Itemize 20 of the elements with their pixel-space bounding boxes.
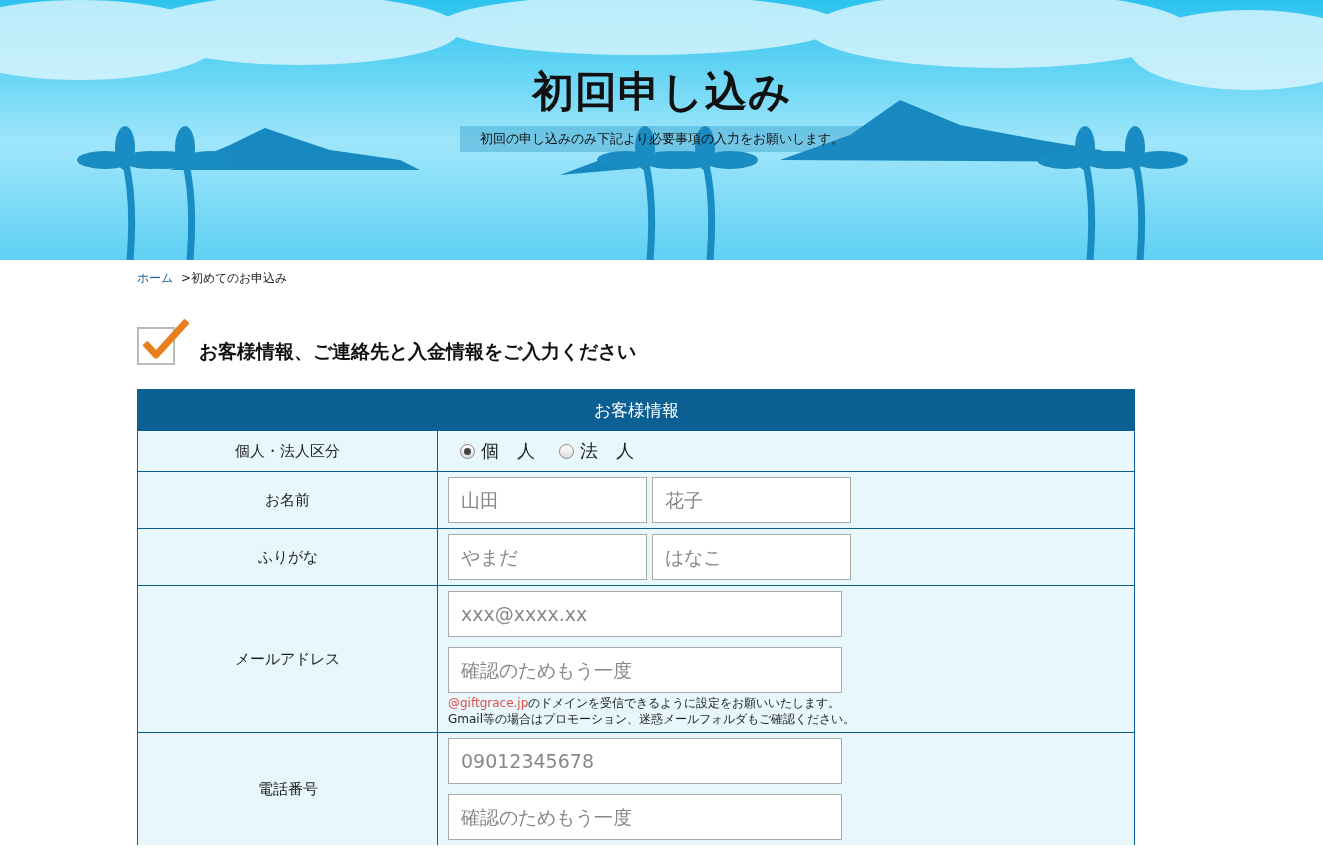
input-field[interactable]: xxx@xxxx.xx [448,591,842,637]
breadcrumb-link[interactable]: ホーム [137,270,173,287]
table-title: お客様情報 [138,390,1134,430]
input-field[interactable]: 花子 [652,477,851,523]
input-field[interactable]: 山田 [448,477,647,523]
radio-option[interactable]: 法 人 [559,439,634,463]
domain-text: @giftgrace.jp [448,696,529,710]
section-heading: お客様情報、ご連絡先と入金情報をご入力ください [199,339,636,364]
input-field[interactable]: はなこ [652,534,851,580]
page-title: 初回申し込み [531,66,792,118]
page-subtitle: 初回の申し込みのみ下記より必要事項の入力をお願いします。 [459,126,864,152]
note-text: Gmail等の場合はプロモーション、迷惑メールフォルダもご確認ください。 [448,711,856,727]
note-text: のドメインを受信できるように設定をお願いいたします。 [528,696,841,710]
input-field[interactable]: やまだ [448,534,647,580]
radio-option[interactable]: 個 人 [460,439,535,463]
input-field[interactable]: 確認のためもう一度 [448,647,842,693]
input-field[interactable]: 09012345678 [448,738,842,784]
field-label: 電話番号 [138,733,438,845]
input-field[interactable]: 確認のためもう一度 [448,794,842,840]
breadcrumb-current: >初めてのお申込み [181,270,288,287]
